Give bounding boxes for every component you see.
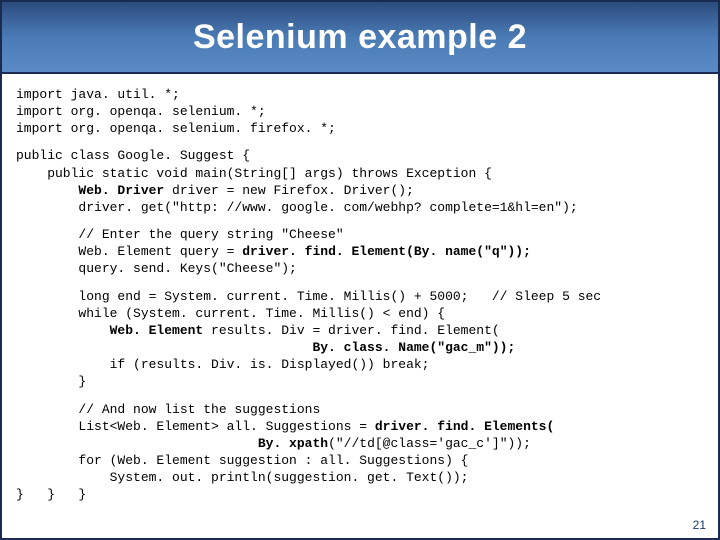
loop-c: results. Div = driver. find. Element(: [203, 323, 499, 338]
main-code: public class Google. Suggest { public st…: [16, 147, 706, 216]
suggest-line: // And now list the suggestions List<Web…: [16, 401, 706, 435]
import-lines: import java. util. *; import org. openqa…: [16, 86, 706, 137]
loop-open: long end = System. current. Time. Millis…: [16, 288, 706, 322]
cheese-block: // Enter the query string "Cheese" Web. …: [16, 226, 706, 277]
suggest-a: // And now list the suggestions List<Web…: [16, 402, 375, 434]
loop-block: long end = System. current. Time. Millis…: [16, 288, 706, 391]
loop-element: Web. Element results. Div = driver. find…: [16, 322, 706, 339]
page-number: 21: [693, 518, 706, 532]
bold-findelements: driver. find. Elements(: [375, 419, 554, 434]
bold-byxpath: By. xpath: [16, 436, 328, 451]
code-block: import java. util. *; import org. openqa…: [2, 74, 718, 521]
suggest-block: // And now list the suggestions List<Web…: [16, 401, 706, 504]
title-bar: Selenium example 2: [2, 2, 718, 74]
slide-title: Selenium example 2: [193, 18, 527, 57]
loop-close: if (results. Div. is. Displayed()) break…: [16, 356, 706, 390]
bold-webelement: Web. Element: [16, 323, 203, 338]
class-open: public class Google. Suggest { public st…: [16, 147, 706, 181]
cheese-line: // Enter the query string "Cheese" Web. …: [16, 226, 706, 260]
suggest-xpath: By. xpath("//td[@class='gac_c']")); for …: [16, 435, 706, 504]
bold-webdriver: Web. Driver: [16, 183, 164, 198]
driver-line: Web. Driver driver = new Firefox. Driver…: [16, 182, 706, 216]
loop-byclass: By. class. Name("gac_m"));: [16, 339, 706, 356]
cheese-sendkeys: query. send. Keys("Cheese");: [16, 260, 706, 277]
bold-findelement: driver. find. Element(By. name("q"));: [242, 244, 531, 259]
slide-container: Selenium example 2 import java. util. *;…: [0, 0, 720, 540]
bold-byclassname: By. class. Name("gac_m"));: [16, 340, 515, 355]
